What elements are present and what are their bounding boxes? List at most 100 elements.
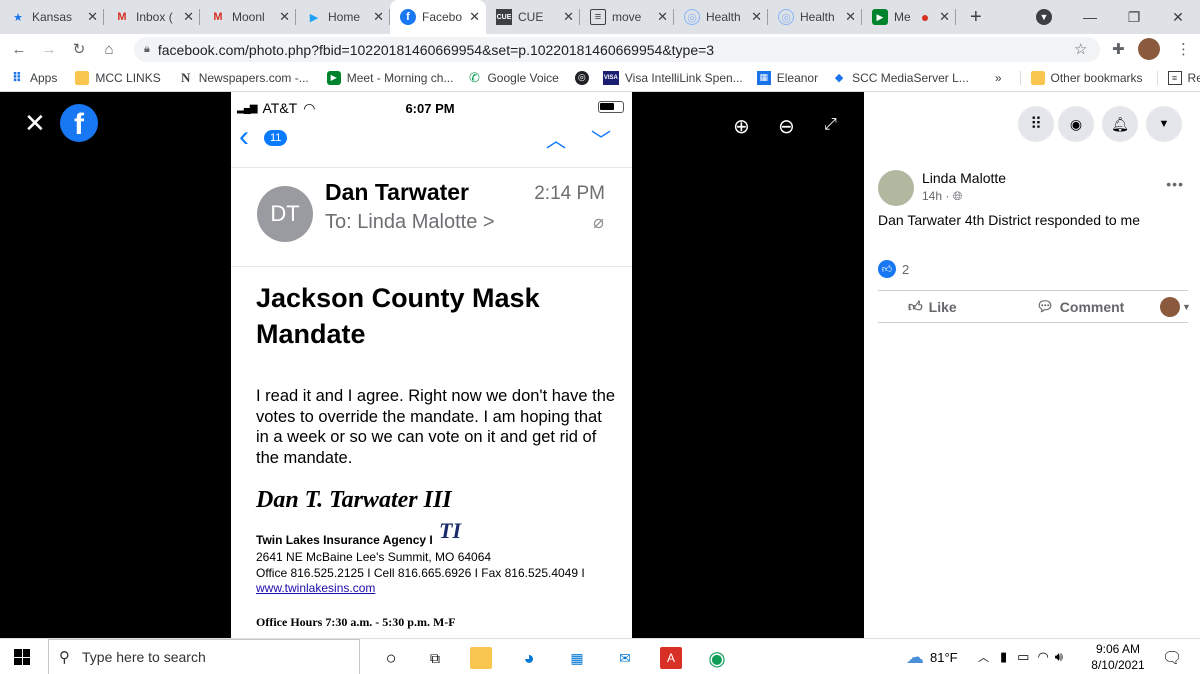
store-icon[interactable]: ▦ [566, 647, 588, 669]
tab-search-button[interactable]: ▼ [1022, 2, 1066, 32]
reaction-summary[interactable]: 👍︎ 2 [878, 260, 909, 278]
weather-widget[interactable]: ☁ 81°F [906, 639, 958, 674]
close-tab-icon[interactable]: ✕ [87, 9, 98, 25]
close-tab-icon[interactable]: ✕ [845, 9, 856, 25]
like-button[interactable]: 👍︎ Like [908, 298, 957, 315]
weather-cloud-icon: ☁ [906, 646, 924, 667]
bookmark-label: Reading list [1187, 70, 1200, 85]
browser-tab[interactable]: M Moonl ✕ [200, 0, 296, 34]
clock[interactable]: 9:06 AM 8/10/2021 [1090, 641, 1146, 673]
globe-icon: ◎ [778, 9, 794, 25]
facebook-logo-icon[interactable]: f [60, 104, 98, 142]
bookmark-folder-mcc-links[interactable]: MCC LINKS [75, 70, 161, 85]
reaction-profile-selector[interactable]: ▼ [1160, 296, 1191, 317]
thumbs-up-icon: 👍︎ [878, 260, 896, 278]
menu-kebab-icon[interactable]: ⋮ [1176, 40, 1191, 58]
close-icon[interactable]: ✕ [24, 108, 46, 139]
bookmark-label: Visa IntelliLink Spen... [624, 70, 743, 85]
mail-icon[interactable]: ✉ [614, 647, 636, 669]
reading-list-icon: ≡ [1167, 70, 1182, 85]
fullscreen-icon[interactable]: ⤢ [824, 116, 837, 134]
bookmark-newspapers[interactable]: N Newspapers.com -... [179, 70, 309, 85]
account-button[interactable]: ▼ [1146, 106, 1182, 142]
bookmark-apps[interactable]: ⠿ Apps [10, 70, 57, 85]
email-screenshot-image: ▂▄▆ AT&T ◠ 6:07 PM ‹ 11 ︿ ﹀ DT Dan Tarwa… [231, 92, 632, 638]
close-tab-icon[interactable]: ✕ [279, 9, 290, 25]
profile-avatar[interactable] [1138, 38, 1160, 60]
minimize-button[interactable]: — [1068, 2, 1112, 32]
close-tab-icon[interactable]: ✕ [183, 9, 194, 25]
browser-tab[interactable]: ≡ move ✕ [580, 0, 674, 34]
bell-icon: 🔔︎ [1111, 115, 1129, 132]
bookmark-eleanor[interactable]: ▦ Eleanor [756, 70, 818, 85]
new-tab-button[interactable]: + [970, 6, 982, 29]
notifications-button[interactable]: 🔔︎ [1102, 106, 1138, 142]
more-options-icon[interactable]: ••• [1166, 176, 1184, 192]
messenger-button[interactable]: ◉ [1058, 106, 1094, 142]
forward-button[interactable]: → [38, 41, 60, 58]
bookmark-scc-mediaserver[interactable]: ◆ SCC MediaServer L... [832, 71, 969, 85]
taskbar-search-input[interactable]: ⚲ Type here to search [48, 639, 360, 674]
zoom-out-icon[interactable]: ⊖ [778, 114, 795, 139]
close-tab-icon[interactable]: ✕ [563, 9, 574, 25]
post-timestamp[interactable]: 14h · 🌐︎ [922, 189, 962, 204]
mail-nav-bar: ‹ 11 ︿ ﹀ [231, 120, 632, 156]
home-button[interactable]: ⌂ [98, 41, 120, 58]
browser-tab[interactable]: CUE CUE ✕ [486, 0, 580, 34]
notifications-icon[interactable]: 🗨︎ [1162, 648, 1182, 668]
reload-button[interactable]: ↻ [68, 40, 90, 58]
close-tab-icon[interactable]: ✕ [469, 9, 480, 25]
bookmark-globe[interactable]: ◎ [574, 70, 595, 85]
chrome-icon[interactable]: ◉ [706, 647, 728, 670]
close-tab-icon[interactable]: ✕ [751, 9, 762, 25]
acrobat-icon[interactable]: A [660, 647, 682, 669]
menu-button[interactable]: ⠿ [1018, 106, 1054, 142]
browser-tab[interactable]: ◎ Health ✕ [768, 0, 862, 34]
browser-tab[interactable]: ◎ Health ✕ [674, 0, 768, 34]
windows-start-icon[interactable] [14, 649, 30, 665]
volume-icon[interactable]: 🔊︎ [1055, 649, 1063, 665]
poster-name[interactable]: Linda Malotte [922, 170, 1006, 186]
reading-list[interactable]: ≡ Reading list [1156, 70, 1200, 85]
back-button[interactable]: ← [8, 41, 30, 58]
close-tab-icon[interactable]: ✕ [373, 9, 384, 25]
tray-overflow-icon[interactable]: ︿ [978, 639, 989, 674]
bookmarks-overflow-button[interactable]: » [995, 71, 1002, 85]
clock-date: 8/10/2021 [1091, 658, 1145, 672]
battery-icon[interactable]: ▭ [1017, 649, 1029, 665]
globe-icon: 🌐︎ [952, 189, 963, 203]
post-caption: Dan Tarwater 4th District responded to m… [878, 212, 1140, 228]
close-tab-icon[interactable]: ✕ [939, 9, 950, 25]
task-view-icon[interactable]: ⧉ [424, 647, 446, 669]
bookmark-star-icon[interactable]: ☆ [1074, 40, 1087, 58]
browser-tab[interactable]: ★ Kansas ✕ [0, 0, 104, 34]
bookmark-visa[interactable]: VISA Visa IntelliLink Spen... [602, 70, 743, 85]
browser-tab-active[interactable]: f Facebo ✕ [390, 0, 486, 34]
twitter-icon: ▶ [309, 11, 319, 24]
poster-avatar[interactable] [878, 170, 914, 206]
cortana-icon[interactable]: ○ [380, 647, 402, 669]
browser-toolbar: ← → ↻ ⌂ 🔒︎ facebook.com/photo.php?fbid=1… [0, 34, 1200, 64]
post-actions: 👍︎ Like 💬︎ Comment ▼ [878, 290, 1191, 323]
wifi-icon[interactable]: ◠ [1037, 649, 1048, 665]
post-side-panel: ⠿ ◉ 🔔︎ ▼ Linda Malotte 14h · 🌐︎ ••• Dan … [864, 92, 1200, 638]
extensions-icon[interactable]: ✚ [1112, 40, 1125, 58]
browser-tab[interactable]: ▶ Home ✕ [296, 0, 390, 34]
bookmark-google-voice[interactable]: ✆ Google Voice [467, 70, 559, 85]
bookmark-meet[interactable]: ▶ Meet - Morning ch... [326, 70, 453, 85]
usb-icon[interactable]: ▮ [1000, 649, 1007, 665]
browser-tab[interactable]: ▶ Me ● ✕ [862, 0, 956, 34]
globe-icon: ◎ [574, 70, 589, 85]
edge-icon[interactable]: ◕ [518, 647, 540, 669]
address-bar[interactable]: 🔒︎ facebook.com/photo.php?fbid=102201814… [134, 37, 1100, 62]
recording-icon: ● [920, 9, 930, 25]
comment-button[interactable]: 💬︎ Comment [1036, 298, 1124, 315]
browser-tab[interactable]: M Inbox ( ✕ [104, 0, 200, 34]
close-tab-icon[interactable]: ✕ [657, 9, 668, 25]
file-explorer-icon[interactable] [470, 647, 492, 669]
close-window-button[interactable]: ✕ [1156, 2, 1200, 32]
other-bookmarks[interactable]: Other bookmarks [1019, 70, 1143, 85]
zoom-in-icon[interactable]: ⊕ [733, 114, 750, 139]
restore-button[interactable]: ❐ [1112, 2, 1156, 32]
agency-phones: Office 816.525.2125 I Cell 816.665.6926 … [256, 566, 585, 580]
